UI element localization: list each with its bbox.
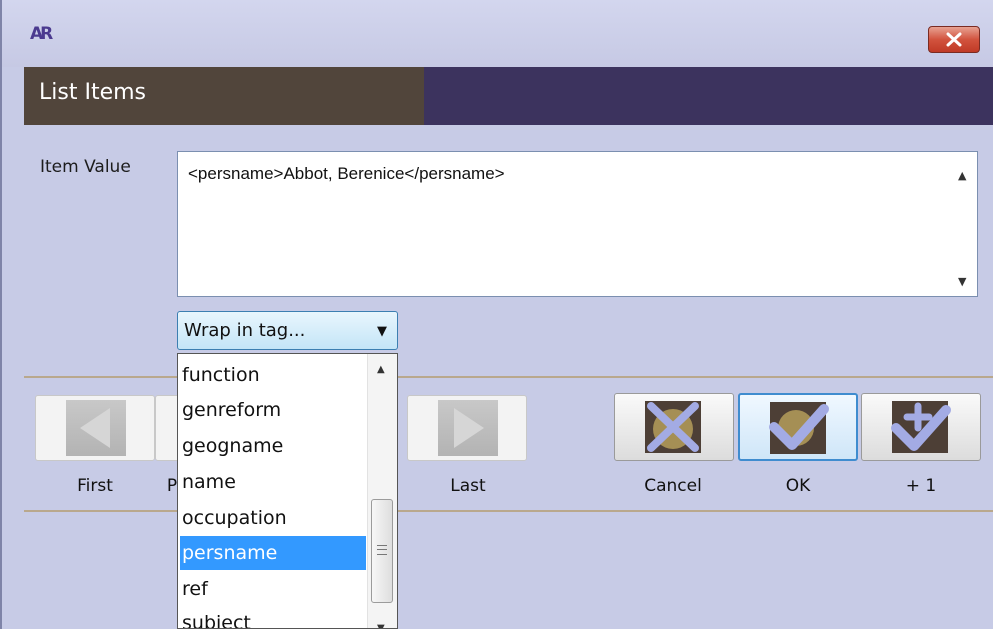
dropdown-option-subject[interactable]: subject: [180, 606, 366, 628]
close-button[interactable]: [928, 26, 980, 53]
first-icon: [66, 400, 126, 456]
item-value-text: <persname>Abbot, Berenice</persname>: [188, 164, 505, 183]
dropdown-scrollbar[interactable]: ▲ ▼: [367, 354, 397, 628]
textarea-scrollbar[interactable]: ▲ ▼: [950, 152, 977, 296]
ok-label: OK: [785, 476, 811, 496]
page-title: List Items: [39, 80, 146, 105]
last-icon: [438, 400, 498, 456]
cancel-label: Cancel: [644, 476, 702, 496]
cancel-button[interactable]: [614, 393, 734, 461]
cancel-icon: [641, 398, 705, 456]
wrap-in-tag-select[interactable]: Wrap in tag... ▼: [177, 311, 398, 350]
scroll-up-icon[interactable]: ▲: [377, 364, 385, 375]
first-button[interactable]: [35, 395, 155, 461]
app-logo: AR: [30, 24, 53, 44]
scroll-down-icon[interactable]: ▼: [958, 275, 966, 288]
last-button[interactable]: [407, 395, 527, 461]
scroll-down-icon[interactable]: ▼: [377, 623, 385, 628]
scrollbar-thumb[interactable]: [371, 499, 393, 603]
dialog-window: AR List Items Item Value <persname>Abbot…: [0, 0, 993, 629]
dialog-header: List Items: [24, 67, 993, 125]
wrap-in-tag-label: Wrap in tag...: [184, 320, 306, 341]
dropdown-option-genreform[interactable]: genreform: [180, 393, 366, 427]
divider-bottom: [24, 510, 993, 512]
dropdown-option-geogname[interactable]: geogname: [180, 429, 366, 463]
dropdown-option-occupation[interactable]: occupation: [180, 501, 366, 535]
ok-check-icon: [766, 399, 830, 457]
plus-one-label: + 1: [905, 476, 937, 496]
title-bar: AR: [2, 0, 993, 67]
divider-top: [24, 376, 993, 378]
scroll-up-icon[interactable]: ▲: [958, 169, 966, 182]
last-label: Last: [450, 476, 486, 496]
item-value-textarea[interactable]: <persname>Abbot, Berenice</persname> ▲ ▼: [177, 151, 978, 297]
grip-icon: [377, 545, 387, 555]
wrap-tag-dropdown-list[interactable]: function genreform geogname name occupat…: [177, 353, 398, 629]
dropdown-option-persname[interactable]: persname: [180, 536, 366, 570]
ok-button[interactable]: [738, 393, 858, 461]
plus-one-button[interactable]: [861, 393, 981, 461]
first-label: First: [77, 476, 113, 496]
chevron-down-icon: ▼: [377, 324, 387, 339]
item-value-label: Item Value: [40, 157, 131, 177]
dropdown-option-name[interactable]: name: [180, 465, 366, 499]
plus-check-icon: [888, 398, 952, 456]
dropdown-option-ref[interactable]: ref: [180, 572, 366, 606]
close-icon: [946, 32, 962, 47]
dropdown-option-function[interactable]: function: [180, 358, 366, 392]
